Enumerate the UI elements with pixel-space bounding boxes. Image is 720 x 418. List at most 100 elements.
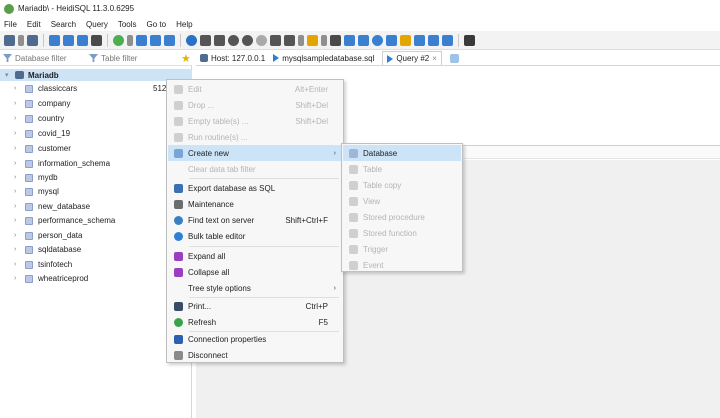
- menu-item-bulk-editor[interactable]: Bulk table editor: [168, 228, 342, 244]
- tree-item-mydb[interactable]: › mydb: [0, 172, 192, 183]
- chevron-right-icon[interactable]: ›: [14, 232, 20, 239]
- menu-item-expand-all[interactable]: Expand all: [168, 248, 342, 264]
- chevron-right-icon[interactable]: ›: [14, 275, 20, 282]
- disconnect-icon[interactable]: [27, 34, 38, 46]
- format-sql-icon[interactable]: [414, 34, 425, 46]
- new-tab-icon[interactable]: [449, 53, 459, 63]
- chevron-right-icon[interactable]: ›: [14, 203, 20, 210]
- grid-icon[interactable]: [164, 34, 175, 46]
- menu-item-edit[interactable]: Edit Alt+Enter: [168, 81, 342, 97]
- check-icon[interactable]: [256, 34, 267, 46]
- chevron-right-icon[interactable]: ›: [14, 100, 20, 107]
- menu-item-drop[interactable]: Drop ... Shift+Del: [168, 97, 342, 113]
- menu-item-run-routines[interactable]: Run routine(s) ...: [168, 129, 342, 145]
- menu-item-connection-properties[interactable]: Connection properties: [168, 331, 342, 347]
- tree-item-person-data[interactable]: › person_data: [0, 230, 192, 241]
- chevron-right-icon[interactable]: ›: [14, 217, 20, 224]
- chevron-right-icon[interactable]: ›: [14, 188, 20, 195]
- tab-host[interactable]: Host: 127.0.0.1: [200, 54, 265, 63]
- tree-item-sqldatabase[interactable]: › sqldatabase: [0, 244, 192, 255]
- prev-record-icon[interactable]: [214, 34, 225, 46]
- session-manager-icon[interactable]: [4, 34, 15, 46]
- menu-item-export-sql[interactable]: Export database as SQL: [168, 180, 342, 196]
- database-filter-input[interactable]: Database filter: [15, 54, 67, 63]
- copy-icon[interactable]: [49, 34, 60, 46]
- menu-item-tree-style[interactable]: Tree style options ›: [168, 280, 342, 296]
- chevron-right-icon[interactable]: ›: [14, 85, 20, 92]
- menu-item-empty-tables[interactable]: Empty table(s) ... Shift+Del: [168, 113, 342, 129]
- run-icon[interactable]: [284, 34, 295, 46]
- undo-icon[interactable]: [77, 34, 88, 46]
- dropdown-arrow-icon[interactable]: [18, 34, 24, 46]
- chevron-right-icon[interactable]: ›: [14, 261, 20, 268]
- dropdown-arrow-icon[interactable]: [127, 34, 133, 46]
- tree-item-company[interactable]: › company: [0, 98, 192, 109]
- submenu-item-database[interactable]: Database: [343, 145, 461, 161]
- menu-item-collapse-all[interactable]: Collapse all: [168, 264, 342, 280]
- help-icon[interactable]: [442, 34, 453, 46]
- tree-item-tsinfotech[interactable]: › tsinfotech: [0, 259, 192, 270]
- menu-help[interactable]: Help: [176, 20, 192, 29]
- dropdown-arrow-icon[interactable]: [321, 34, 327, 46]
- menu-search[interactable]: Search: [51, 20, 76, 29]
- menu-tools[interactable]: Tools: [118, 20, 137, 29]
- maintenance-icon[interactable]: [150, 34, 161, 46]
- submenu-item-table-copy[interactable]: Table copy: [343, 177, 461, 193]
- chevron-right-icon[interactable]: ›: [14, 246, 20, 253]
- menu-item-maintenance[interactable]: Maintenance: [168, 196, 342, 212]
- search-icon[interactable]: [372, 34, 383, 46]
- menu-edit[interactable]: Edit: [27, 20, 41, 29]
- first-record-icon[interactable]: [200, 34, 211, 46]
- tree-item-mysql[interactable]: › mysql: [0, 186, 192, 197]
- close-icon[interactable]: [270, 34, 281, 46]
- highlight-icon[interactable]: [400, 34, 411, 46]
- submenu-item-view[interactable]: View: [343, 193, 461, 209]
- menu-item-find-text[interactable]: Find text on server Shift+Ctrl+F: [168, 212, 342, 228]
- tree-item-classiccars[interactable]: › classiccars 512: [0, 83, 192, 94]
- tree-item-customer[interactable]: › customer: [0, 143, 192, 154]
- chevron-right-icon[interactable]: ›: [14, 160, 20, 167]
- chevron-down-icon[interactable]: ▾: [5, 71, 11, 79]
- chevron-right-icon[interactable]: ›: [14, 174, 20, 181]
- menu-item-print[interactable]: Print... Ctrl+P: [168, 298, 342, 314]
- submenu-item-table[interactable]: Table: [343, 161, 461, 177]
- menu-item-clear-filter[interactable]: Clear data tab filter: [168, 161, 342, 177]
- paste-icon[interactable]: [63, 34, 74, 46]
- tree-item-performance-schema[interactable]: › performance_schema: [0, 215, 192, 226]
- close-tab-icon[interactable]: ×: [432, 54, 437, 63]
- print-icon[interactable]: [91, 34, 102, 46]
- database-filter[interactable]: Database filter: [3, 54, 85, 63]
- menu-query[interactable]: Query: [86, 20, 108, 29]
- chevron-right-icon[interactable]: ›: [14, 145, 20, 152]
- dropdown-arrow-icon[interactable]: [298, 34, 304, 46]
- case-icon[interactable]: [428, 34, 439, 46]
- tree-item-covid-19[interactable]: › covid_19: [0, 128, 192, 139]
- submenu-item-event[interactable]: Event: [343, 257, 461, 273]
- replace-icon[interactable]: [386, 34, 397, 46]
- submenu-item-stored-function[interactable]: Stored function: [343, 225, 461, 241]
- star-icon[interactable]: ★: [181, 52, 191, 65]
- tree-item-country[interactable]: › country: [0, 113, 192, 124]
- folder-icon[interactable]: [307, 34, 318, 46]
- info-icon[interactable]: [186, 34, 197, 46]
- exit-icon[interactable]: [464, 34, 475, 46]
- stop-icon[interactable]: [228, 34, 239, 46]
- user-manager-icon[interactable]: [136, 34, 147, 46]
- save-as-icon[interactable]: [344, 34, 355, 46]
- menu-item-disconnect[interactable]: Disconnect: [168, 347, 342, 363]
- table-filter-input[interactable]: Table filter: [101, 54, 137, 63]
- chevron-right-icon[interactable]: ›: [14, 130, 20, 137]
- menu-item-refresh[interactable]: Refresh F5: [168, 314, 342, 330]
- next-icon[interactable]: [242, 34, 253, 46]
- tab-query[interactable]: Query #2 ×: [382, 51, 442, 65]
- chevron-right-icon[interactable]: ›: [14, 115, 20, 122]
- menu-item-create-new[interactable]: Create new ›: [168, 145, 342, 161]
- tab-sql-file[interactable]: mysqlsampledatabase.sql: [273, 54, 374, 63]
- menu-file[interactable]: File: [4, 20, 17, 29]
- submenu-item-trigger[interactable]: Trigger: [343, 241, 461, 257]
- tree-item-wheatriceprod[interactable]: › wheatriceprod: [0, 273, 192, 284]
- tree-root-mariadb[interactable]: ▾ Mariadb: [0, 69, 192, 81]
- refresh-icon[interactable]: [113, 34, 124, 46]
- find-icon[interactable]: [358, 34, 369, 46]
- menu-goto[interactable]: Go to: [147, 20, 167, 29]
